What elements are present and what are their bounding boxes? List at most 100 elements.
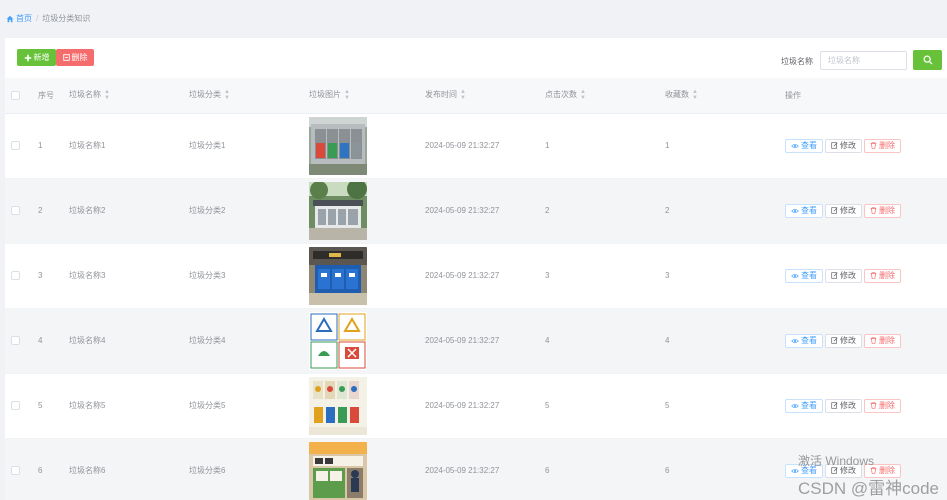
cell-clicks: 2 <box>545 178 665 244</box>
search-icon <box>923 55 932 65</box>
trash-image-thumbnail[interactable] <box>309 181 367 240</box>
cell-actions: 查看 修改 删除 <box>785 178 947 244</box>
cell-category: 垃圾分类6 <box>189 438 309 500</box>
column-header-time[interactable]: 发布时间 ▲ ▼ <box>425 78 545 114</box>
delete-button[interactable]: 删除 <box>864 398 901 413</box>
batch-delete-button-label: 删除 <box>71 53 88 62</box>
trash-icon <box>870 402 877 409</box>
edit-button[interactable]: 修改 <box>825 203 862 218</box>
column-header-actions: 操作 <box>785 78 947 114</box>
edit-button[interactable]: 修改 <box>825 333 862 348</box>
delete-button[interactable]: 删除 <box>864 268 901 283</box>
batch-delete-button[interactable]: 删除 <box>56 49 94 66</box>
cell-time: 2024-05-09 21:32:27 <box>425 308 545 374</box>
cell-category: 垃圾分类3 <box>189 243 309 309</box>
cell-category: 垃圾分类2 <box>189 178 309 244</box>
cell-actions: 查看 修改 删除 <box>785 308 947 374</box>
column-header-category[interactable]: 垃圾分类 ▲ ▼ <box>189 78 309 114</box>
sort-icon[interactable]: ▲ ▼ <box>224 89 230 101</box>
row-checkbox[interactable] <box>11 336 20 346</box>
row-checkbox[interactable] <box>11 206 20 216</box>
sort-icon[interactable]: ▲ ▼ <box>692 89 698 101</box>
delete-button[interactable]: 删除 <box>864 463 901 478</box>
view-button[interactable]: 查看 <box>785 203 823 218</box>
eye-icon <box>791 208 799 213</box>
view-button-label: 查看 <box>801 141 817 150</box>
select-all-checkbox[interactable] <box>11 90 20 100</box>
cell-actions: 查看 修改 删除 <box>785 113 947 179</box>
delete-button[interactable]: 删除 <box>864 333 901 348</box>
cell-index: 4 <box>38 308 69 374</box>
delete-button-label: 删除 <box>879 336 895 345</box>
cell-clicks: 3 <box>545 243 665 309</box>
eye-icon <box>791 143 799 148</box>
cell-image <box>309 243 425 309</box>
cell-time: 2024-05-09 21:32:27 <box>425 438 545 500</box>
trash-image-thumbnail[interactable] <box>309 441 367 500</box>
column-header-image[interactable]: 垃圾图片 ▲ ▼ <box>309 78 425 114</box>
edit-button-label: 修改 <box>840 141 856 150</box>
cell-name: 垃圾名称4 <box>69 308 189 374</box>
trash-image-thumbnail[interactable] <box>309 246 367 305</box>
table-row: 2 垃圾名称2 垃圾分类2 2024-05-09 21:32:27 2 2 查看 修改 删除 <box>5 178 947 244</box>
view-button[interactable]: 查看 <box>785 333 823 348</box>
row-checkbox[interactable] <box>11 466 20 476</box>
view-button[interactable]: 查看 <box>785 463 823 478</box>
column-header-name[interactable]: 垃圾名称 ▲ ▼ <box>69 78 189 114</box>
trash-icon <box>870 337 877 344</box>
trash-image-thumbnail[interactable] <box>309 116 367 175</box>
cell-image <box>309 178 425 244</box>
edit-button-label: 修改 <box>840 401 856 410</box>
edit-icon <box>831 402 838 409</box>
cell-favorites: 5 <box>665 373 785 439</box>
view-button-label: 查看 <box>801 401 817 410</box>
cell-favorites: 3 <box>665 243 785 309</box>
trash-image-thumbnail[interactable] <box>309 311 367 370</box>
eye-icon <box>791 338 799 343</box>
column-header-clicks[interactable]: 点击次数 ▲ ▼ <box>545 78 665 114</box>
row-checkbox[interactable] <box>11 401 20 411</box>
sort-icon[interactable]: ▲ ▼ <box>344 89 350 101</box>
breadcrumb-home[interactable]: 首页 <box>6 13 32 24</box>
edit-button[interactable]: 修改 <box>825 138 862 153</box>
delete-button-label: 删除 <box>879 466 895 475</box>
trash-image-thumbnail[interactable] <box>309 376 367 435</box>
view-button[interactable]: 查看 <box>785 138 823 153</box>
edit-button-label: 修改 <box>840 336 856 345</box>
cell-clicks: 1 <box>545 113 665 179</box>
sort-icon[interactable]: ▲ ▼ <box>460 89 466 101</box>
sort-icon[interactable]: ▲ ▼ <box>104 89 110 101</box>
eye-icon <box>791 273 799 278</box>
view-button[interactable]: 查看 <box>785 268 823 283</box>
search-button[interactable] <box>913 50 942 70</box>
cell-name: 垃圾名称6 <box>69 438 189 500</box>
edit-icon <box>831 337 838 344</box>
cell-category: 垃圾分类4 <box>189 308 309 374</box>
cell-image <box>309 113 425 179</box>
view-button[interactable]: 查看 <box>785 398 823 413</box>
edit-button[interactable]: 修改 <box>825 463 862 478</box>
plus-icon <box>24 54 31 61</box>
delete-button[interactable]: 删除 <box>864 138 901 153</box>
sort-icon[interactable]: ▲ ▼ <box>580 89 586 101</box>
cell-index: 2 <box>38 178 69 244</box>
row-checkbox[interactable] <box>11 271 20 281</box>
search-input[interactable] <box>820 51 907 70</box>
data-table: 序号 垃圾名称 ▲ ▼ 垃圾分类 ▲ ▼ 垃圾图片 ▲ ▼ 发布时间 ▲ ▼ 点击次数 ▲ ▼ 收藏… <box>5 78 947 500</box>
cell-name: 垃圾名称5 <box>69 373 189 439</box>
cell-favorites: 2 <box>665 178 785 244</box>
column-header-favorites[interactable]: 收藏数 ▲ ▼ <box>665 78 785 114</box>
cell-name: 垃圾名称1 <box>69 113 189 179</box>
row-checkbox[interactable] <box>11 141 20 151</box>
cell-time: 2024-05-09 21:32:27 <box>425 373 545 439</box>
edit-button[interactable]: 修改 <box>825 268 862 283</box>
delete-button[interactable]: 删除 <box>864 203 901 218</box>
eye-icon <box>791 403 799 408</box>
cell-actions: 查看 修改 删除 <box>785 373 947 439</box>
add-button[interactable]: 新增 <box>17 49 56 66</box>
trash-icon <box>870 272 877 279</box>
cell-index: 5 <box>38 373 69 439</box>
table-row: 3 垃圾名称3 垃圾分类3 2024-05-09 21:32:27 3 3 查看 修改 删除 <box>5 243 947 309</box>
edit-button[interactable]: 修改 <box>825 398 862 413</box>
eye-icon <box>791 468 799 473</box>
